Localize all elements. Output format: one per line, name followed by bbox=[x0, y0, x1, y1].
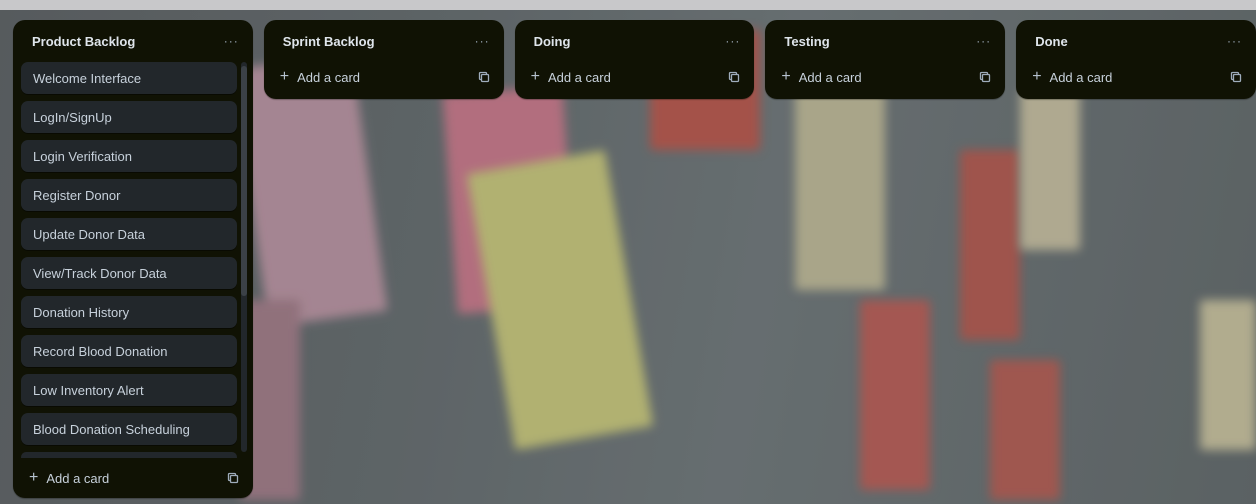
list-title[interactable]: Testing bbox=[784, 34, 829, 49]
add-card-button[interactable]: + Add a card bbox=[781, 69, 861, 85]
card[interactable]: Donation History bbox=[21, 296, 237, 328]
card[interactable]: Welcome Interface bbox=[21, 62, 237, 94]
card-template-icon[interactable] bbox=[979, 71, 991, 83]
list-sprint-backlog: Sprint Backlog ··· + Add a card bbox=[263, 20, 504, 99]
add-card-button[interactable]: + Add a card bbox=[1032, 69, 1112, 85]
card-template-icon[interactable] bbox=[227, 472, 239, 484]
add-card-label: Add a card bbox=[297, 69, 361, 85]
list-product-backlog: Product Backlog ··· Welcome Interface Lo… bbox=[13, 20, 253, 498]
plus-icon: + bbox=[781, 68, 791, 85]
card[interactable]: Low Inventory Alert bbox=[21, 374, 237, 406]
add-card-label: Add a card bbox=[798, 69, 862, 85]
add-card-label: Add a card bbox=[1049, 69, 1113, 85]
add-card-button[interactable]: + Add a card bbox=[280, 69, 360, 85]
card[interactable]: Update Donor Data bbox=[21, 218, 237, 250]
add-card-row: + Add a card bbox=[1016, 62, 1256, 92]
plus-icon: + bbox=[29, 469, 39, 486]
list-title[interactable]: Done bbox=[1035, 34, 1068, 49]
list-header: Sprint Backlog ··· bbox=[264, 20, 504, 62]
more-options-icon[interactable]: ··· bbox=[725, 34, 740, 48]
add-card-label: Add a card bbox=[46, 470, 110, 486]
more-options-icon[interactable]: ··· bbox=[224, 34, 239, 48]
list-header: Doing ··· bbox=[515, 20, 755, 62]
card[interactable]: Blood Donation Scheduling bbox=[21, 413, 237, 445]
add-card-button[interactable]: + Add a card bbox=[531, 69, 611, 85]
plus-icon: + bbox=[279, 68, 290, 85]
card[interactable]: View/Track Donor Data bbox=[21, 257, 237, 289]
card-template-icon[interactable] bbox=[728, 71, 740, 83]
card-partial[interactable] bbox=[21, 452, 237, 458]
card-list: Welcome Interface LogIn/SignUp Login Ver… bbox=[13, 62, 253, 458]
scrollbar-thumb[interactable] bbox=[240, 66, 247, 296]
add-card-row: + Add a card bbox=[765, 62, 1005, 92]
plus-icon: + bbox=[530, 68, 540, 85]
list-doing: Doing ··· + Add a card bbox=[514, 20, 755, 99]
list-title[interactable]: Sprint Backlog bbox=[283, 34, 375, 49]
list-title[interactable]: Product Backlog bbox=[32, 34, 135, 49]
card[interactable]: Record Blood Donation bbox=[21, 335, 237, 367]
add-card-row: + Add a card bbox=[264, 62, 504, 92]
list-testing: Testing ··· + Add a card bbox=[765, 20, 1006, 99]
board: Product Backlog ··· Welcome Interface Lo… bbox=[13, 20, 1256, 504]
more-options-icon[interactable]: ··· bbox=[475, 34, 490, 48]
more-options-icon[interactable]: ··· bbox=[1227, 34, 1242, 48]
card-template-icon[interactable] bbox=[478, 71, 490, 83]
more-options-icon[interactable]: ··· bbox=[976, 34, 991, 48]
list-header: Product Backlog ··· bbox=[13, 20, 253, 62]
card-template-icon[interactable] bbox=[1230, 71, 1242, 83]
card[interactable]: LogIn/SignUp bbox=[21, 101, 237, 133]
add-card-row: + Add a card bbox=[13, 458, 253, 498]
list-header: Done ··· bbox=[1016, 20, 1256, 62]
list-title[interactable]: Doing bbox=[534, 34, 571, 49]
card[interactable]: Login Verification bbox=[21, 140, 237, 172]
card[interactable]: Register Donor bbox=[21, 179, 237, 211]
add-card-button[interactable]: + Add a card bbox=[29, 470, 109, 486]
list-header: Testing ··· bbox=[765, 20, 1005, 62]
add-card-row: + Add a card bbox=[515, 62, 755, 92]
plus-icon: + bbox=[1032, 68, 1042, 85]
add-card-label: Add a card bbox=[547, 69, 611, 85]
list-done: Done ··· + Add a card bbox=[1016, 20, 1256, 99]
scrollbar[interactable] bbox=[240, 62, 247, 452]
